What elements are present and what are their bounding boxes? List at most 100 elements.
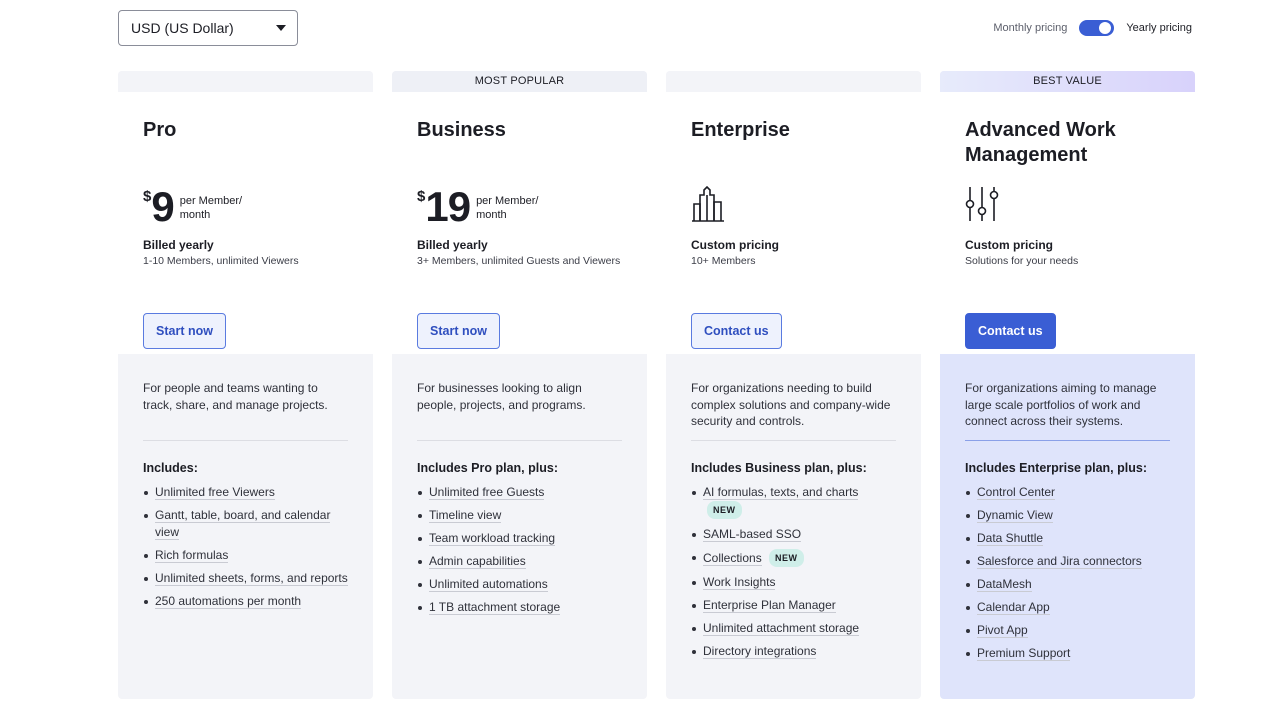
price-currency: $ [417, 188, 426, 205]
feature-link[interactable]: Rich formulas [155, 547, 229, 563]
plan-name: Pro [143, 119, 177, 141]
list-item: Directory integrations [691, 643, 896, 660]
list-item: 1 TB attachment storage [417, 599, 622, 616]
list-item: AI formulas, texts, and charts NEW [691, 484, 896, 519]
feature-link[interactable]: Unlimited attachment storage [703, 620, 860, 636]
includes-title: Includes Enterprise plan, plus: [965, 461, 1147, 475]
list-item: Unlimited free Viewers [143, 484, 348, 501]
plan-name: Enterprise [691, 119, 790, 141]
feature-link[interactable]: Enterprise Plan Manager [703, 597, 836, 613]
list-item: Control Center [965, 484, 1170, 501]
switch-knob [1099, 22, 1112, 34]
feature-link[interactable]: Collections [703, 550, 762, 566]
feature-link[interactable]: Gantt, table, board, and calendar view [155, 508, 331, 540]
plan-card-business: MOST POPULAR Business $ 19 per Member/mo… [392, 71, 647, 699]
list-item: Collections NEW [691, 548, 896, 567]
list-item: SAML-based SSO [691, 526, 896, 543]
feature-link[interactable]: Work Insights [703, 574, 776, 590]
feature-list: Unlimited free Viewers Gantt, table, boa… [143, 484, 348, 609]
feature-list: Control Center Dynamic View Data Shuttle… [965, 484, 1170, 662]
monthly-pricing-label[interactable]: Monthly pricing [993, 22, 1067, 34]
plan-details: For businesses looking to align people, … [392, 354, 647, 616]
feature-link[interactable]: Unlimited sheets, forms, and reports [155, 570, 348, 586]
list-item: Work Insights [691, 574, 896, 591]
plan-cards: Pro $ 9 per Member/month Billed yearly 1… [118, 71, 1195, 699]
plan-description: For organizations aiming to manage large… [965, 381, 1157, 428]
feature-link[interactable]: Unlimited free Viewers [155, 485, 275, 500]
yearly-pricing-label[interactable]: Yearly pricing [1126, 22, 1192, 34]
billing-title: Billed yearly [417, 238, 488, 252]
pricing-switch[interactable] [1079, 20, 1115, 36]
list-item: Admin capabilities [417, 553, 622, 570]
feature-link[interactable]: Unlimited free Guests [429, 485, 545, 500]
list-item: 250 automations per month [143, 593, 348, 610]
list-item: Timeline view [417, 507, 622, 524]
feature-link[interactable]: Calendar App [977, 600, 1050, 615]
plan-header: Business $ 19 per Member/month Billed ye… [392, 92, 647, 354]
feature-link[interactable]: Dynamic View [977, 508, 1053, 523]
list-item: Premium Support [965, 645, 1170, 662]
divider [691, 440, 896, 441]
list-item: Unlimited attachment storage [691, 620, 896, 637]
plan-details: For organizations aiming to manage large… [940, 354, 1195, 662]
currency-select[interactable]: USD (US Dollar) [118, 10, 298, 46]
list-item: Gantt, table, board, and calendar view [143, 507, 348, 540]
feature-list: AI formulas, texts, and charts NEW SAML-… [691, 484, 896, 659]
billing-title: Billed yearly [143, 238, 214, 252]
plan-card-enterprise: Enterprise Custom pricing 10+ Members Co… [666, 71, 921, 699]
plan-card-pro: Pro $ 9 per Member/month Billed yearly 1… [118, 71, 373, 699]
plan-ribbon [666, 71, 921, 92]
contact-us-button[interactable]: Contact us [965, 313, 1056, 349]
new-badge: NEW [707, 500, 742, 519]
feature-link[interactable]: Admin capabilities [429, 554, 526, 569]
plan-name: Business [417, 119, 506, 141]
feature-link[interactable]: 1 TB attachment storage [429, 600, 561, 615]
list-item: Enterprise Plan Manager [691, 597, 896, 614]
price: $ 9 per Member/month [143, 186, 348, 234]
billing-title: Custom pricing [691, 238, 780, 252]
price-unit: per Member/month [476, 195, 539, 221]
start-now-button[interactable]: Start now [143, 313, 226, 349]
list-item: Pivot App [965, 622, 1170, 639]
price-amount: 19 [425, 183, 471, 230]
feature-link[interactable]: DataMesh [977, 577, 1032, 592]
feature-link[interactable]: Directory integrations [703, 643, 817, 659]
includes-title: Includes: [143, 461, 198, 475]
sliders-icon [965, 186, 1170, 234]
feature-link[interactable]: Pivot App [977, 623, 1028, 638]
contact-us-button[interactable]: Contact us [691, 313, 782, 349]
pricing-toggle: Monthly pricing Yearly pricing [993, 20, 1192, 36]
billing-title: Custom pricing [965, 238, 1054, 252]
feature-link[interactable]: Unlimited automations [429, 577, 548, 592]
plan-card-advanced-work-management: BEST VALUE Advanced Work Management Cust… [940, 71, 1195, 699]
plan-description: For people and teams wanting to track, s… [143, 381, 328, 412]
list-item: Unlimited free Guests [417, 484, 622, 501]
start-now-button[interactable]: Start now [417, 313, 500, 349]
billing-subtitle: 1-10 Members, unlimited Viewers [143, 255, 299, 267]
feature-link[interactable]: Team workload tracking [429, 531, 556, 546]
list-item: Unlimited sheets, forms, and reports [143, 570, 348, 587]
best-value-ribbon: BEST VALUE [940, 71, 1195, 92]
billing-subtitle: 3+ Members, unlimited Guests and Viewers [417, 255, 621, 267]
divider [417, 440, 622, 441]
feature-link[interactable]: Timeline view [429, 508, 502, 523]
plan-description: For businesses looking to align people, … [417, 381, 586, 412]
price-amount: 9 [151, 183, 174, 230]
billing-subtitle: 10+ Members [691, 255, 756, 267]
feature-link[interactable]: AI formulas, texts, and charts [703, 485, 859, 500]
plan-header: Pro $ 9 per Member/month Billed yearly 1… [118, 92, 373, 354]
plan-ribbon [118, 71, 373, 92]
list-item: Unlimited automations [417, 576, 622, 593]
feature-link[interactable]: 250 automations per month [155, 593, 302, 609]
feature-link[interactable]: Premium Support [977, 646, 1071, 661]
includes-title: Includes Business plan, plus: [691, 461, 867, 475]
list-item: Dynamic View [965, 507, 1170, 524]
list-item: Salesforce and Jira connectors [965, 553, 1170, 570]
plan-header: Advanced Work Management Custom pricing … [940, 92, 1195, 354]
feature-link[interactable]: SAML-based SSO [703, 526, 802, 542]
feature-link[interactable]: Data Shuttle [977, 531, 1044, 546]
feature-link[interactable]: Salesforce and Jira connectors [977, 554, 1142, 569]
price-unit: per Member/month [179, 195, 243, 221]
feature-link[interactable]: Control Center [977, 485, 1056, 500]
list-item: Rich formulas [143, 547, 348, 564]
